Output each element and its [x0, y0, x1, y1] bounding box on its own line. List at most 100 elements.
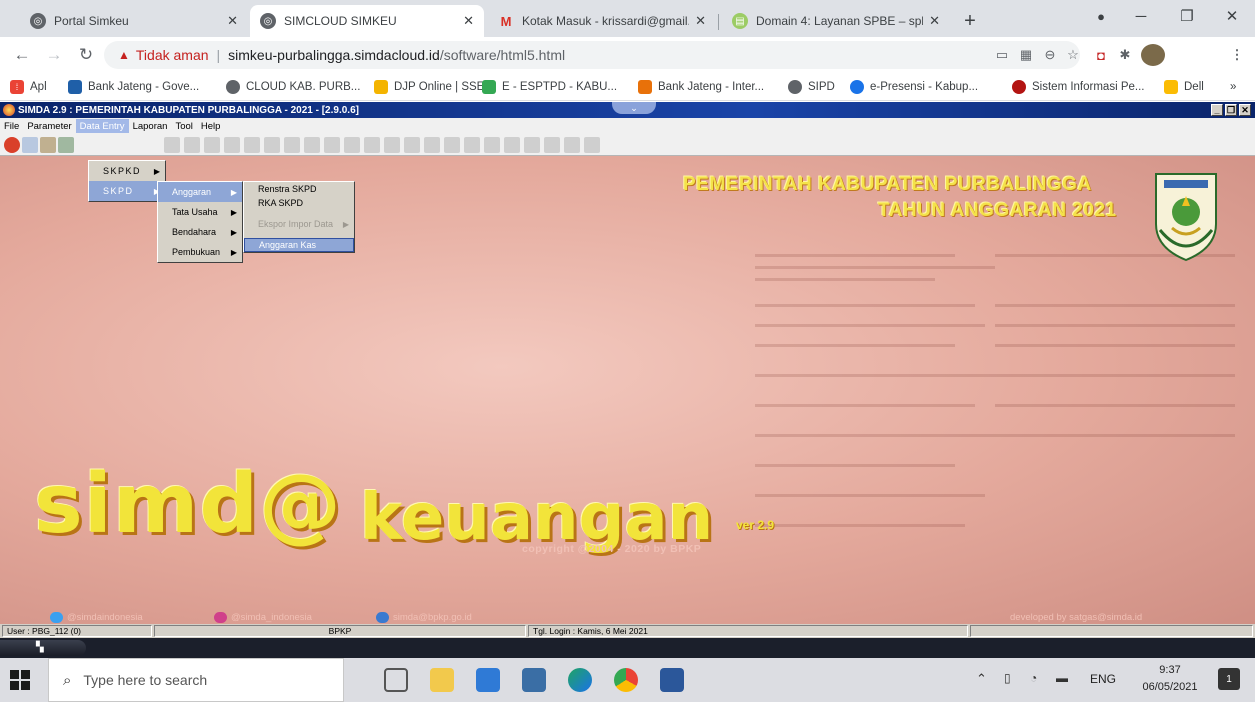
- toolbar-button[interactable]: [444, 137, 460, 153]
- minimize-button[interactable]: ─: [1118, 0, 1164, 32]
- social-twitter[interactable]: @simdaindonesia: [50, 612, 143, 623]
- bookmark-bank-jateng-gov[interactable]: Bank Jateng - Gove...: [68, 78, 199, 96]
- qr-code-icon[interactable]: ▦: [1017, 46, 1035, 64]
- tray-chevron-up-icon[interactable]: ⌃: [976, 671, 987, 687]
- toolbar-button[interactable]: [384, 137, 400, 153]
- app-minimize-button[interactable]: _: [1211, 104, 1223, 116]
- menu-item-tata-usaha[interactable]: Tata Usaha ▶: [158, 202, 242, 222]
- search-icon[interactable]: [22, 137, 38, 153]
- wifi-icon[interactable]: ◔: [1030, 671, 1037, 685]
- more-options-icon[interactable]: ⋮: [1228, 46, 1246, 64]
- lock-icon[interactable]: [40, 137, 56, 153]
- menu-tool[interactable]: Tool: [171, 119, 196, 133]
- taskbar-clock[interactable]: 9:37 06/05/2021: [1140, 662, 1200, 696]
- menu-item-rka-skpd[interactable]: RKA SKPD: [244, 196, 354, 210]
- toolbar-button[interactable]: [364, 137, 380, 153]
- toolbar-button[interactable]: [404, 137, 420, 153]
- extension-shield-icon[interactable]: ◘: [1092, 46, 1110, 64]
- tab-domain-4[interactable]: ▤ Domain 4: Layanan SPBE – spbe. ✕: [722, 5, 950, 37]
- social-instagram[interactable]: @simda_indonesia: [214, 612, 312, 623]
- tab-simcloud-simkeu[interactable]: ◎ SIMCLOUD SIMKEU ✕: [250, 5, 484, 37]
- menu-item-ekspor-impor-data[interactable]: Ekspor Impor Data ▶: [244, 210, 354, 238]
- menu-item-anggaran[interactable]: Anggaran ▶: [158, 182, 242, 202]
- cast-icon[interactable]: ▭: [993, 46, 1011, 64]
- menu-item-anggaran-kas[interactable]: Anggaran Kas: [244, 238, 354, 252]
- profile-avatar[interactable]: [1141, 44, 1165, 66]
- bookmark-sistem-informasi[interactable]: Sistem Informasi Pe...: [1012, 78, 1144, 96]
- zoom-icon[interactable]: ⊖: [1041, 46, 1059, 64]
- input-language[interactable]: ENG: [1090, 672, 1116, 686]
- toolbar-button[interactable]: [204, 137, 220, 153]
- menu-item-skpd[interactable]: SKPD▶: [89, 181, 165, 201]
- bookmark-bank-jateng-inter[interactable]: Bank Jateng - Inter...: [638, 78, 764, 96]
- edge-browser-icon[interactable]: [568, 668, 592, 692]
- close-icon[interactable]: ✕: [695, 13, 706, 29]
- menu-item-pembukuan[interactable]: Pembukuan ▶: [158, 242, 242, 262]
- toolbar-button[interactable]: [304, 137, 320, 153]
- close-window-button[interactable]: ✕: [1209, 0, 1255, 32]
- windows-start-button[interactable]: [10, 670, 30, 690]
- menu-parameter[interactable]: Parameter: [23, 119, 75, 133]
- forward-button[interactable]: →: [42, 43, 66, 67]
- session-toggle-tab[interactable]: ⌄: [612, 102, 656, 114]
- bookmark-sipd[interactable]: SIPD: [788, 78, 835, 96]
- calculator-icon[interactable]: [522, 668, 546, 692]
- toolbar-button[interactable]: [344, 137, 360, 153]
- taskbar-search-input[interactable]: ⌕ Type here to search: [48, 658, 344, 702]
- close-icon[interactable]: ✕: [929, 13, 940, 29]
- battery-icon[interactable]: ▬: [1056, 671, 1068, 685]
- close-icon[interactable]: ✕: [463, 13, 474, 29]
- menu-data-entry[interactable]: Data Entry: [75, 119, 129, 133]
- chrome-browser-icon[interactable]: [614, 668, 638, 692]
- notification-icon[interactable]: 1: [1218, 668, 1240, 690]
- app-close-button[interactable]: ✕: [1239, 104, 1251, 116]
- task-view-icon[interactable]: [384, 668, 408, 692]
- toolbar-button[interactable]: [544, 137, 560, 153]
- toolbar-button[interactable]: [184, 137, 200, 153]
- toolbar-button[interactable]: [324, 137, 340, 153]
- star-icon[interactable]: ☆: [1064, 46, 1082, 64]
- reload-button[interactable]: ↻: [74, 43, 98, 67]
- toolbar-button[interactable]: [504, 137, 520, 153]
- toolbar-button[interactable]: [424, 137, 440, 153]
- social-email[interactable]: simda@bpkp.go.id: [376, 612, 472, 623]
- back-button[interactable]: ←: [10, 43, 34, 67]
- toolbar-button[interactable]: [584, 137, 600, 153]
- address-bar[interactable]: ▲ Tidak aman | simkeu-purbalingga.simdac…: [104, 41, 1080, 69]
- bookmark-esptpd[interactable]: E - ESPTPD - KABU...: [482, 78, 617, 96]
- close-icon[interactable]: ✕: [227, 13, 238, 29]
- extensions-puzzle-icon[interactable]: ✱: [1116, 46, 1134, 64]
- user-icon[interactable]: [58, 137, 74, 153]
- tab-gmail[interactable]: M Kotak Masuk - krissardi@gmail.c ✕: [488, 5, 716, 37]
- toolbar-button[interactable]: [164, 137, 180, 153]
- restore-button[interactable]: ❐: [1164, 0, 1210, 32]
- file-explorer-icon[interactable]: [430, 668, 454, 692]
- toolbar-button[interactable]: [564, 137, 580, 153]
- menu-help[interactable]: Help: [197, 119, 225, 133]
- bookmark-e-presensi[interactable]: e-Presensi - Kabup...: [850, 78, 978, 96]
- toolbar-button[interactable]: [224, 137, 240, 153]
- menu-laporan[interactable]: Laporan: [129, 119, 172, 133]
- toolbar-button[interactable]: [264, 137, 280, 153]
- toolbar-button[interactable]: [524, 137, 540, 153]
- security-label[interactable]: Tidak aman: [136, 47, 209, 63]
- more-bookmarks-button[interactable]: »: [1230, 78, 1236, 96]
- app-restore-button[interactable]: ❐: [1225, 104, 1237, 116]
- calendar-app-icon[interactable]: [476, 668, 500, 692]
- menu-item-renstra-skpd[interactable]: Renstra SKPD: [244, 182, 354, 196]
- tab-portal-simkeu[interactable]: ◎ Portal Simkeu ✕: [20, 5, 248, 37]
- toolbar-button[interactable]: [284, 137, 300, 153]
- toolbar-button[interactable]: [244, 137, 260, 153]
- menu-item-bendahara[interactable]: Bendahara ▶: [158, 222, 242, 242]
- power-icon[interactable]: [4, 137, 20, 153]
- new-tab-button[interactable]: +: [955, 5, 985, 37]
- bookmark-folder-dell[interactable]: Dell: [1164, 78, 1204, 96]
- bookmark-cloud-kab[interactable]: CLOUD KAB. PURB...: [226, 78, 360, 96]
- menu-item-skpkd[interactable]: SKPKD ▶: [89, 161, 165, 181]
- tray-device-icon[interactable]: ▯: [1004, 671, 1011, 685]
- app-start-button[interactable]: ▚: [0, 640, 86, 656]
- toolbar-button[interactable]: [464, 137, 480, 153]
- word-app-icon[interactable]: [660, 668, 684, 692]
- menu-file[interactable]: File: [0, 119, 23, 133]
- bookmark-apps[interactable]: ⁞ Apl: [10, 78, 47, 96]
